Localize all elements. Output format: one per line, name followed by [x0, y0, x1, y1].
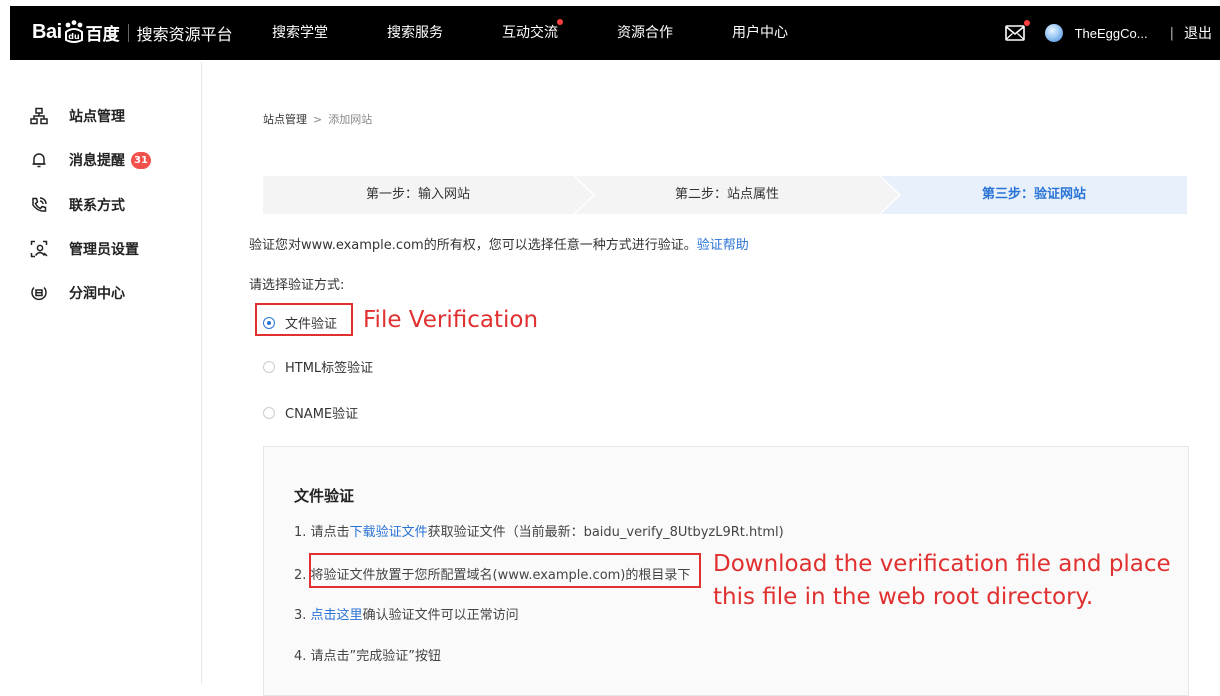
- nav-search-services[interactable]: 搜索服务: [387, 6, 443, 60]
- instruction-step-4: 4. 请点击”完成验证”按钮: [294, 645, 441, 664]
- annotation-file-verification: File Verification: [363, 307, 539, 333]
- revenue-icon: [30, 284, 48, 302]
- method-label: CNAME验证: [285, 407, 359, 422]
- nav-label: 用户中心: [732, 25, 788, 41]
- breadcrumb-current: 添加网站: [328, 113, 373, 126]
- step-label: 第二步：站点属性: [674, 187, 779, 202]
- annotation-download-line-2: this file in the web root directory.: [713, 584, 1094, 610]
- sidebar: 站点管理 消息提醒 31 联系方式 管理员设置 分润中心: [0, 62, 202, 684]
- logo-bai-text: Bai: [32, 21, 62, 43]
- intro-text: 验证您对www.example.com的所有权，您可以选择任意一种方式进行验证。…: [249, 234, 749, 253]
- nav-search-academy[interactable]: 搜索学堂: [272, 6, 328, 60]
- method-cname-option[interactable]: CNAME验证: [263, 403, 358, 422]
- logo-divider: [127, 23, 129, 42]
- bell-icon: [30, 151, 48, 169]
- phone-icon: [30, 196, 48, 214]
- step-text: 请点击: [310, 525, 350, 540]
- nav-label: 搜索学堂: [272, 25, 328, 41]
- mail-notification-dot: [1023, 20, 1030, 26]
- avatar[interactable]: [1044, 24, 1063, 42]
- platform-name: 搜索资源平台: [136, 24, 233, 44]
- breadcrumb: 站点管理 > 添加网站: [263, 111, 372, 127]
- breadcrumb-separator: >: [313, 112, 323, 126]
- sitemap-icon: [30, 107, 48, 125]
- username[interactable]: TheEggCo...: [1075, 26, 1148, 41]
- help-link[interactable]: 验证帮助: [697, 238, 749, 253]
- logout-link[interactable]: 退出: [1184, 23, 1212, 43]
- instruction-step-3: 3. 点击这里确认验证文件可以正常访问: [294, 604, 519, 623]
- admin-icon: [30, 240, 48, 258]
- nav-label: 搜索服务: [387, 25, 443, 41]
- nav-resource-cooperation[interactable]: 资源合作: [617, 6, 673, 60]
- annotation-download-line-1: Download the verification file and place: [713, 551, 1171, 577]
- nav-label: 互动交流: [502, 25, 558, 41]
- top-navbar: Bai du 百度 搜索资源平台 搜索学堂 搜索服务 互动交流 资源合作 用户中…: [0, 0, 1220, 62]
- nav-label: 资源合作: [617, 25, 673, 41]
- step-2: 第二步：站点属性: [575, 176, 879, 214]
- download-verification-file-link[interactable]: 下载验证文件: [350, 525, 428, 540]
- step-number: 4.: [294, 649, 307, 664]
- main-nav: 搜索学堂 搜索服务 互动交流 资源合作 用户中心: [272, 6, 847, 60]
- separator: |: [1169, 25, 1174, 41]
- step-text: 请点击”完成验证”按钮: [310, 649, 442, 664]
- sidebar-item-label: 分润中心: [69, 286, 125, 302]
- step-number: 1.: [294, 525, 307, 540]
- mail-button[interactable]: [1004, 20, 1030, 41]
- baidu-logo[interactable]: Bai du 百度 搜索资源平台: [32, 19, 233, 45]
- nav-interaction[interactable]: 互动交流: [502, 6, 563, 60]
- step-label: 第三步：验证网站: [981, 187, 1086, 202]
- choose-method-label: 请选择验证方式:: [249, 278, 345, 293]
- top-navbar-inner: Bai du 百度 搜索资源平台 搜索学堂 搜索服务 互动交流 资源合作 用户中…: [10, 6, 1220, 60]
- user-area: TheEggCo... | 退出: [1004, 6, 1220, 60]
- step-label: 第一步：输入网站: [365, 187, 470, 202]
- sidebar-item-revenue-center[interactable]: 分润中心: [30, 282, 125, 304]
- sidebar-item-site-management[interactable]: 站点管理: [30, 105, 125, 127]
- intro-body: 验证您对www.example.com的所有权，您可以选择任意一种方式进行验证。: [249, 238, 697, 253]
- step-number: 3.: [294, 608, 307, 623]
- breadcrumb-parent[interactable]: 站点管理: [263, 111, 307, 127]
- radio-unchecked[interactable]: [263, 360, 275, 373]
- sidebar-item-label: 联系方式: [69, 198, 125, 214]
- progress-steps: 第一步：输入网站 第二步：站点属性 第三步：验证网站: [263, 176, 1187, 214]
- mail-icon: [1004, 25, 1025, 41]
- method-label: HTML标签验证: [285, 361, 374, 376]
- step-text: 获取验证文件（当前最新：baidu_verify_8UtbyzL9Rt.html…: [427, 525, 784, 540]
- instruction-step-1: 1. 请点击下载验证文件获取验证文件（当前最新：baidu_verify_8Ut…: [294, 521, 784, 540]
- sidebar-item-contact[interactable]: 联系方式: [30, 194, 125, 216]
- unread-badge: 31: [131, 151, 151, 169]
- logo-du-text: 百度: [85, 25, 120, 44]
- click-here-link[interactable]: 点击这里: [311, 608, 363, 623]
- step-number: 2.: [294, 568, 307, 583]
- paw-icon: du: [63, 19, 85, 44]
- step-text: 确认验证文件可以正常访问: [362, 608, 519, 623]
- radio-unchecked[interactable]: [263, 406, 275, 419]
- nav-user-center[interactable]: 用户中心: [732, 6, 788, 60]
- highlight-box-step-2: [309, 553, 701, 588]
- sidebar-item-label: 站点管理: [69, 109, 125, 125]
- highlight-box-file: [255, 303, 353, 336]
- notification-dot: [557, 19, 563, 25]
- svg-text:du: du: [68, 32, 80, 41]
- method-html-option[interactable]: HTML标签验证: [263, 357, 373, 376]
- step-1: 第一步：输入网站: [263, 176, 573, 214]
- panel-title: 文件验证: [294, 487, 355, 505]
- sidebar-item-messages[interactable]: 消息提醒 31: [30, 149, 151, 171]
- sidebar-item-admin-settings[interactable]: 管理员设置: [30, 238, 139, 260]
- sidebar-item-label: 消息提醒: [69, 153, 125, 169]
- sidebar-item-label: 管理员设置: [69, 242, 139, 258]
- step-3-active: 第三步：验证网站: [881, 176, 1187, 214]
